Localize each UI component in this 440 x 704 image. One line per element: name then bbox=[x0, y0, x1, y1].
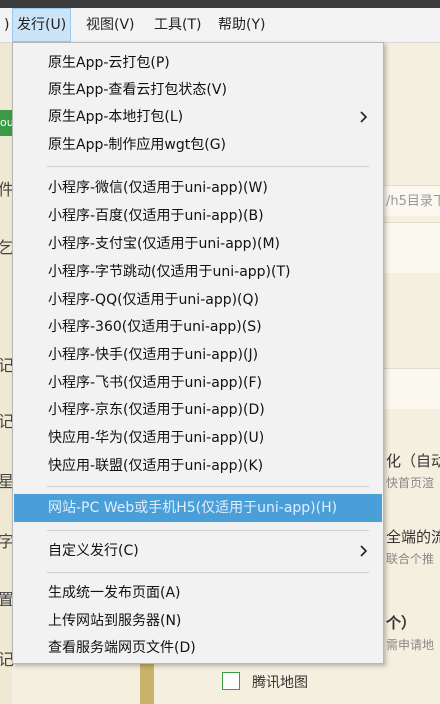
menu-item-upload-server[interactable]: 上传网站到服务器(N) bbox=[14, 607, 382, 635]
chevron-right-icon bbox=[360, 545, 368, 557]
background-field-text: /h5目录下 bbox=[386, 194, 440, 209]
menu-separator bbox=[47, 166, 369, 167]
window-title-strip bbox=[0, 0, 440, 8]
menu-item-quickapp-huawei[interactable]: 快应用-华为(仅适用于uni-app)(U) bbox=[14, 424, 382, 452]
chevron-right-icon bbox=[360, 111, 368, 123]
menu-separator bbox=[47, 486, 369, 487]
menu-item-unified-page[interactable]: 生成统一发布页面(A) bbox=[14, 579, 382, 607]
menu-item-mp-weixin[interactable]: 小程序-微信(仅适用于uni-app)(W) bbox=[14, 174, 382, 202]
background-divider bbox=[140, 664, 154, 704]
menu-item-mp-360[interactable]: 小程序-360(仅适用于uni-app)(S) bbox=[14, 313, 382, 341]
menu-item-web-h5[interactable]: 网站-PC Web或手机H5(仅适用于uni-app)(H) bbox=[14, 494, 382, 522]
menu-item-mp-kuaishou[interactable]: 小程序-快手(仅适用于uni-app)(J) bbox=[14, 341, 382, 369]
menu-tools[interactable]: 工具(T) bbox=[150, 8, 205, 42]
background-field bbox=[384, 368, 440, 409]
background-option-title: 个） bbox=[386, 614, 417, 632]
background-option-desc: 需申请地 bbox=[386, 638, 435, 652]
menu-item-mp-baidu[interactable]: 小程序-百度(仅适用于uni-app)(B) bbox=[14, 202, 382, 230]
menu-item-mp-toutiao[interactable]: 小程序-字节跳动(仅适用于uni-app)(T) bbox=[14, 258, 382, 286]
menu-item-mp-alipay[interactable]: 小程序-支付宝(仅适用于uni-app)(M) bbox=[14, 230, 382, 258]
tencent-map-checkbox[interactable] bbox=[222, 672, 240, 690]
menu-item-view-server-files[interactable]: 查看服务端网页文件(D) bbox=[14, 634, 382, 662]
menu-item-app-cloud-pack[interactable]: 原生App-云打包(P) bbox=[14, 49, 382, 77]
menu-item-custom-publish[interactable]: 自定义发行(C) bbox=[14, 537, 382, 565]
menu-item-app-local-pack[interactable]: 原生App-本地打包(L) bbox=[14, 103, 382, 131]
menu-item-mp-qq[interactable]: 小程序-QQ(仅适用于uni-app)(Q) bbox=[14, 286, 382, 314]
menu-separator bbox=[47, 572, 369, 573]
menu-item-quickapp-union[interactable]: 快应用-联盟(仅适用于uni-app)(K) bbox=[14, 452, 382, 480]
menu-item-app-wgt[interactable]: 原生App-制作应用wgt包(G) bbox=[14, 131, 382, 159]
background-field bbox=[384, 222, 440, 273]
menu-separator bbox=[47, 530, 369, 531]
background-option-title: 化（自动 bbox=[386, 452, 440, 470]
menu-help[interactable]: 帮助(Y) bbox=[214, 8, 269, 42]
menu-item-app-cloud-status[interactable]: 原生App-查看云打包状态(V) bbox=[14, 76, 382, 104]
background-option-title: 全端的流 bbox=[386, 528, 440, 546]
menu-bar: ) 发行(U) 视图(V) 工具(T) 帮助(Y) bbox=[0, 8, 440, 43]
menu-item-mp-jd[interactable]: 小程序-京东(仅适用于uni-app)(D) bbox=[14, 396, 382, 424]
menu-publish[interactable]: 发行(U) bbox=[12, 8, 72, 42]
tencent-map-label: 腾讯地图 bbox=[252, 675, 308, 691]
menu-view[interactable]: 视图(V) bbox=[82, 8, 139, 42]
background-option-desc: 联合个推 bbox=[386, 552, 435, 566]
menu-item-mp-lark[interactable]: 小程序-飞书(仅适用于uni-app)(F) bbox=[14, 369, 382, 397]
background-option-desc: 快首页渲 bbox=[386, 476, 435, 490]
publish-dropdown-menu: 原生App-云打包(P) 原生App-查看云打包状态(V) 原生App-本地打包… bbox=[12, 42, 384, 664]
